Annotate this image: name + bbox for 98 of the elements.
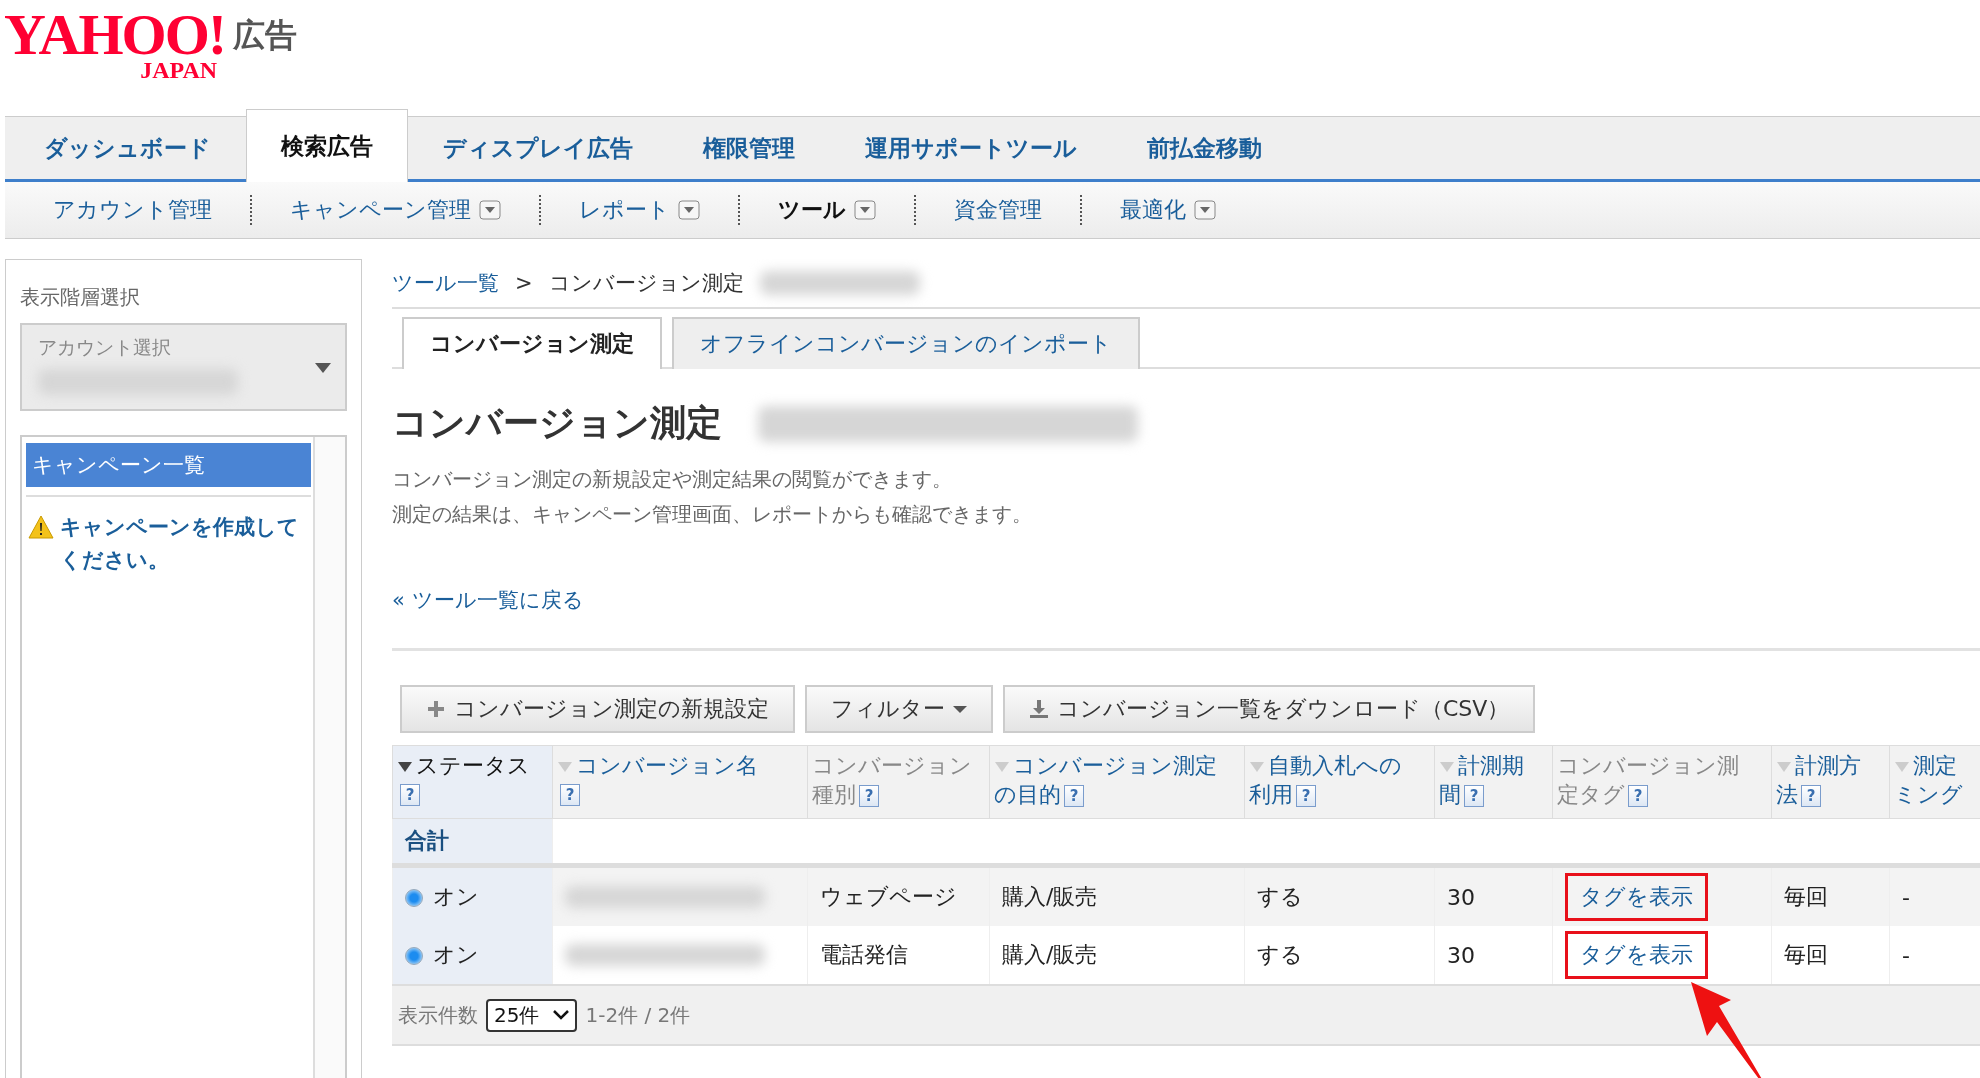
table-cell: する (1257, 884, 1303, 909)
breadcrumb-link[interactable]: ツール一覧 (392, 269, 499, 297)
table-cell: 購入/販売 (1002, 884, 1098, 909)
page-tab[interactable]: オフラインコンバージョンのインポート (672, 317, 1140, 369)
toolbar-button[interactable]: コンバージョン測定の新規設定 (400, 685, 795, 733)
breadcrumb-separator: > (515, 271, 533, 295)
page-title: コンバージョン測定 (392, 401, 722, 445)
nav-tab[interactable]: 前払金移動 (1112, 117, 1297, 179)
sort-icon (397, 761, 413, 773)
subnav-link[interactable]: 最適化 (1120, 195, 1186, 225)
table-cell: - (1902, 942, 1910, 968)
column-header[interactable]: ステータス ? (392, 745, 553, 819)
sort-icon (994, 761, 1010, 773)
table-cell: ウェブページ (820, 884, 957, 909)
column-title: 利用 (1249, 781, 1293, 807)
tag-link[interactable]: タグを表示 (1565, 873, 1708, 921)
column-header[interactable]: 測定 ミング (1889, 745, 1980, 819)
dropdown-icon[interactable] (854, 200, 876, 220)
status-radio[interactable] (405, 889, 423, 907)
plus-icon (426, 699, 446, 719)
nav-tab[interactable]: 運用サポートツール (830, 117, 1112, 179)
chevron-icon (553, 1010, 570, 1020)
caret-icon (953, 705, 967, 713)
help-icon[interactable]: ? (400, 783, 420, 806)
column-header[interactable]: 計測期 間 ? (1434, 745, 1553, 819)
column-title: ミング (1894, 781, 1963, 807)
sort-icon (1439, 761, 1455, 773)
column-title: 法 (1776, 781, 1798, 807)
table-cell: 毎回 (1784, 942, 1828, 967)
table-cell: 購入/販売 (1002, 942, 1098, 967)
help-icon[interactable]: ? (1628, 784, 1648, 807)
campaign-list-item[interactable]: キャンペーン一覧 (26, 443, 311, 487)
table-cell: 電話発信 (820, 942, 908, 967)
status-radio[interactable] (405, 947, 423, 965)
column-title: の目的 (994, 781, 1061, 807)
column-header[interactable]: 自動入札への 利用 ? (1244, 745, 1435, 819)
sidebar-title: 表示階層選択 (20, 284, 141, 311)
column-title: 計測方 (1795, 753, 1861, 778)
help-icon[interactable]: ? (1801, 784, 1821, 807)
column-title: コンバージョン名 (576, 753, 758, 778)
page-size-select[interactable]: 25件 (486, 998, 578, 1032)
column-header[interactable]: 計測方 法 ? (1771, 745, 1890, 819)
column-title: コンバージョン測 (1557, 753, 1739, 778)
page-range: 1-2件 / 2件 (585, 1001, 691, 1029)
table-cell: 30 (1447, 942, 1475, 968)
warning-icon (28, 515, 54, 539)
column-title: 計測期 (1458, 753, 1524, 778)
sort-icon (1776, 761, 1792, 773)
column-header[interactable]: コンバージョン測定 の目的 ? (989, 745, 1245, 819)
nav-tab[interactable]: 権限管理 (668, 117, 830, 179)
tag-link[interactable]: タグを表示 (1565, 931, 1708, 979)
nav-tab[interactable]: ディスプレイ広告 (408, 117, 668, 179)
toolbar-button[interactable]: フィルター (805, 685, 993, 733)
page-size-label: 表示件数 (398, 1001, 478, 1029)
status-text: オン (433, 884, 479, 909)
nav-tab[interactable]: 検索広告 (246, 109, 408, 182)
subnav-link[interactable]: アカウント管理 (53, 195, 212, 225)
page-tab[interactable]: コンバージョン測定 (402, 317, 662, 369)
page-description: コンバージョン測定の新規設定や測定結果の閲覧ができます。 測定の結果は、キャンペーン管理画面、レポートからも確認できます。 (392, 466, 1033, 528)
dropdown-icon[interactable] (1194, 200, 1216, 220)
caret-icon (315, 363, 331, 373)
column-title: コンバージョン (812, 753, 972, 778)
column-title: 測定 (1913, 753, 1957, 778)
logo-product: 広告 (233, 15, 298, 56)
breadcrumb-current: コンバージョン測定 (548, 270, 744, 297)
help-icon[interactable]: ? (1464, 784, 1484, 807)
subnav-link[interactable]: レポート (579, 195, 670, 225)
back-link[interactable]: « ツール一覧に戻る (392, 586, 584, 614)
dropdown-icon[interactable] (678, 200, 700, 220)
help-icon[interactable]: ? (1296, 784, 1316, 807)
scrollbar[interactable] (313, 437, 345, 1078)
column-title: 定タグ (1557, 781, 1625, 807)
table-cell: - (1902, 884, 1910, 910)
sort-icon (1894, 761, 1910, 773)
column-title: 種別 (812, 781, 856, 807)
table-cell: する (1257, 942, 1303, 967)
download-icon (1029, 699, 1049, 719)
warning-message: キャンペーンを作成してください。 (60, 514, 300, 574)
total-label: 合計 (405, 828, 449, 853)
status-text: オン (433, 942, 479, 967)
sort-icon (1249, 761, 1265, 773)
column-title: 自動入札への (1268, 753, 1402, 778)
subnav-link[interactable]: ツール (778, 195, 846, 225)
column-title: コンバージョン測定 (1013, 753, 1217, 778)
toolbar-button[interactable]: コンバージョン一覧をダウンロード（CSV） (1003, 685, 1536, 733)
subnav-link[interactable]: 資金管理 (954, 195, 1042, 225)
dropdown-icon[interactable] (479, 200, 501, 220)
nav-tab[interactable]: ダッシュボード (9, 117, 246, 179)
table-cell: 30 (1447, 884, 1475, 910)
sort-icon (557, 761, 573, 773)
help-icon[interactable]: ? (1064, 784, 1084, 807)
column-title: 間 (1439, 781, 1461, 807)
help-icon[interactable]: ? (859, 784, 879, 807)
help-icon[interactable]: ? (560, 783, 580, 806)
subnav-link[interactable]: キャンペーン管理 (290, 195, 471, 225)
column-header[interactable]: コンバージョン名 ? (552, 745, 808, 819)
table-cell: 毎回 (1784, 884, 1828, 909)
column-title: ステータス (416, 753, 530, 778)
